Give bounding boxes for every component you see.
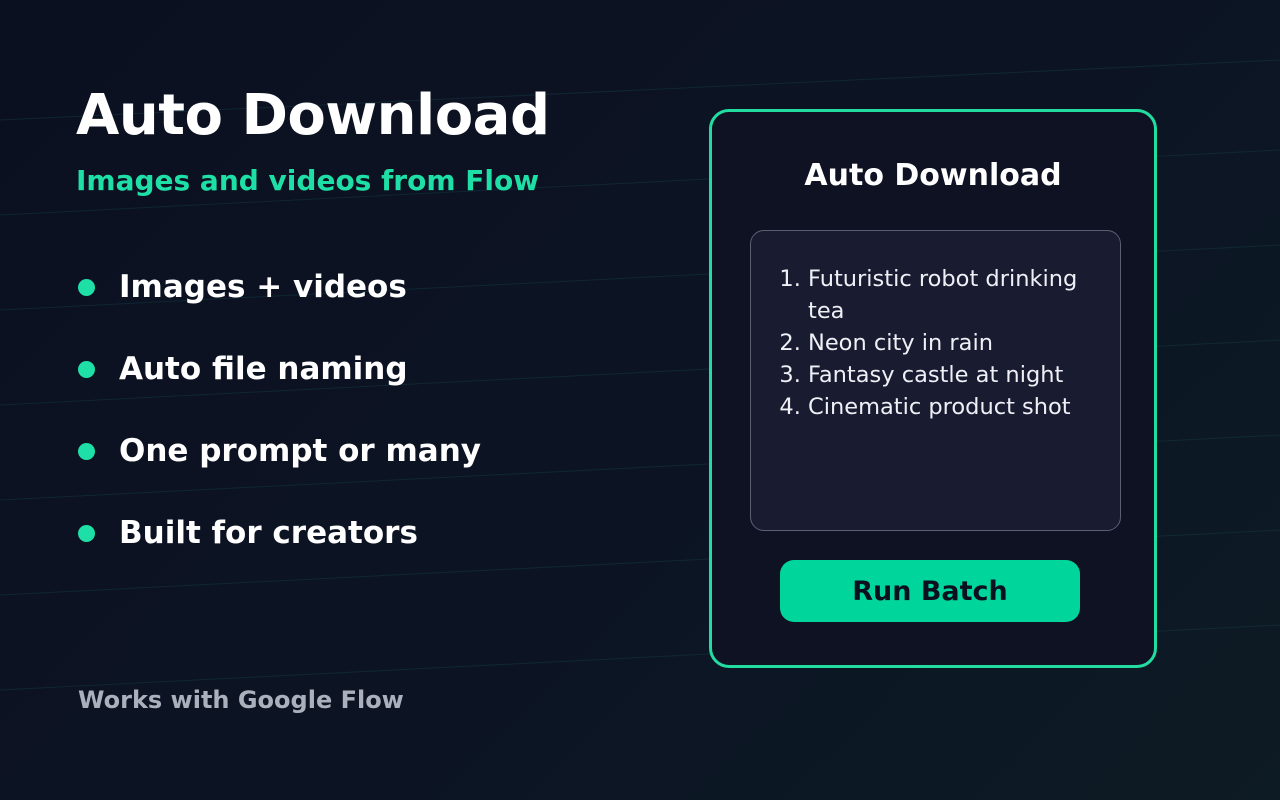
run-batch-button[interactable]: Run Batch (780, 560, 1080, 622)
feature-item: Auto file naming (78, 336, 481, 418)
compatibility-note: Works with Google Flow (78, 686, 404, 714)
feature-item: One prompt or many (78, 418, 481, 500)
prompt-input[interactable]: Futuristic robot drinking tea Neon city … (750, 230, 1121, 531)
bullet-dot-icon (78, 278, 95, 296)
extension-panel: Auto Download Futuristic robot drinking … (709, 109, 1157, 668)
hero-title: Auto Download (76, 83, 550, 148)
prompt-item: Fantasy castle at night (808, 359, 1100, 391)
bullet-dot-icon (78, 442, 95, 460)
prompt-item: Futuristic robot drinking tea (808, 263, 1100, 327)
feature-label: Images + videos (119, 269, 407, 305)
prompt-item: Cinematic product shot (808, 391, 1100, 423)
feature-label: Auto file naming (119, 351, 408, 387)
feature-item: Images + videos (78, 254, 481, 336)
feature-label: Built for creators (119, 515, 418, 551)
feature-label: One prompt or many (119, 433, 481, 469)
bullet-dot-icon (78, 360, 95, 378)
feature-item: Built for creators (78, 500, 481, 582)
prompt-list: Futuristic robot drinking tea Neon city … (751, 231, 1120, 423)
panel-title: Auto Download (804, 158, 1062, 193)
prompt-item: Neon city in rain (808, 327, 1100, 359)
hero-subtitle: Images and videos from Flow (76, 164, 540, 197)
feature-list: Images + videos Auto file naming One pro… (78, 254, 481, 582)
bullet-dot-icon (78, 524, 95, 542)
